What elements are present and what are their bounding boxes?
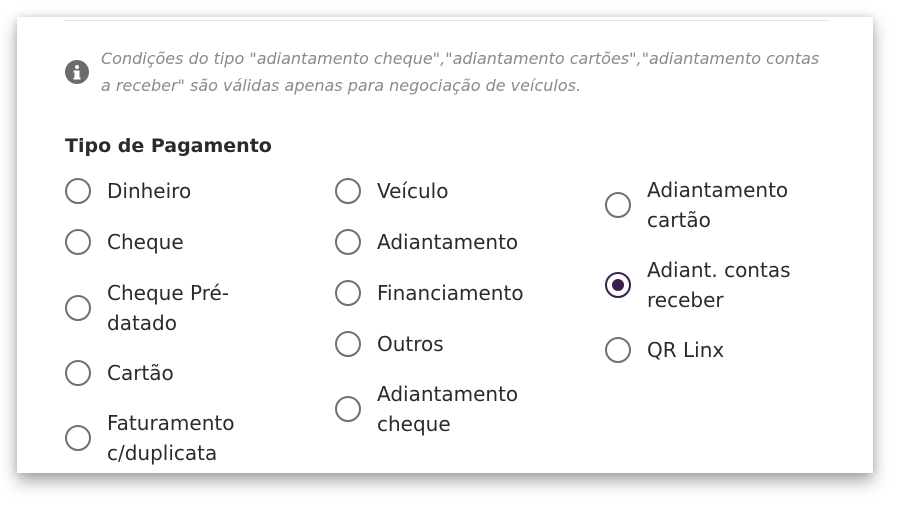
radio-option-cheque-pre-datado[interactable]: Cheque Pré-datado <box>65 278 257 338</box>
info-icon <box>65 60 89 84</box>
radio-option-adiantamento-cheque[interactable]: Adiantamento cheque <box>335 379 527 439</box>
option-label: Adiantamento <box>377 230 519 254</box>
radio-option-outros[interactable]: Outros <box>335 329 444 359</box>
option-label: Veículo <box>377 179 449 203</box>
radio-button[interactable] <box>65 425 91 451</box>
radio-option-qr-linx[interactable]: QR Linx <box>605 335 724 365</box>
radio-button[interactable] <box>335 396 361 422</box>
radio-button-selected[interactable] <box>605 272 631 298</box>
option-label: Adiant. contas receber <box>647 258 791 312</box>
option-label: Adiantamento cheque <box>377 382 519 436</box>
radio-option-adiantamento-cartao[interactable]: Adiantamento cartão <box>605 175 807 235</box>
radio-button[interactable] <box>335 178 361 204</box>
radio-button[interactable] <box>335 229 361 255</box>
radio-option-adiant-contas-receber[interactable]: Adiant. contas receber <box>605 255 807 315</box>
radio-option-cheque[interactable]: Cheque <box>65 227 184 257</box>
option-label: Outros <box>377 332 444 356</box>
radio-option-veiculo[interactable]: Veículo <box>335 176 448 206</box>
payment-card: Condições do tipo "adiantamento cheque",… <box>17 17 873 473</box>
option-label: Adiantamento cartão <box>647 178 789 232</box>
option-label: Financiamento <box>377 281 524 305</box>
radio-button[interactable] <box>605 192 631 218</box>
radio-option-cartao[interactable]: Cartão <box>65 358 174 388</box>
notice-text: Condições do tipo "adiantamento cheque",… <box>101 49 820 95</box>
option-label: Dinheiro <box>107 179 192 203</box>
radio-option-faturamento[interactable]: Faturamento c/duplicata <box>65 408 257 468</box>
radio-option-adiantamento[interactable]: Adiantamento <box>335 227 518 257</box>
radio-button[interactable] <box>335 280 361 306</box>
radio-button[interactable] <box>65 178 91 204</box>
section-title: Tipo de Pagamento <box>65 135 272 157</box>
option-label: Faturamento c/duplicata <box>107 411 235 465</box>
radio-button[interactable] <box>335 331 361 357</box>
radio-button[interactable] <box>65 229 91 255</box>
divider <box>65 20 829 21</box>
radio-button[interactable] <box>65 360 91 386</box>
option-label: Cartão <box>107 361 174 385</box>
option-label: Cheque <box>107 230 184 254</box>
radio-button[interactable] <box>65 295 91 321</box>
radio-option-financiamento[interactable]: Financiamento <box>335 278 524 308</box>
radio-button[interactable] <box>605 337 631 363</box>
radio-option-dinheiro[interactable]: Dinheiro <box>65 176 191 206</box>
option-label: QR Linx <box>647 338 725 362</box>
option-label: Cheque Pré-datado <box>107 281 229 335</box>
